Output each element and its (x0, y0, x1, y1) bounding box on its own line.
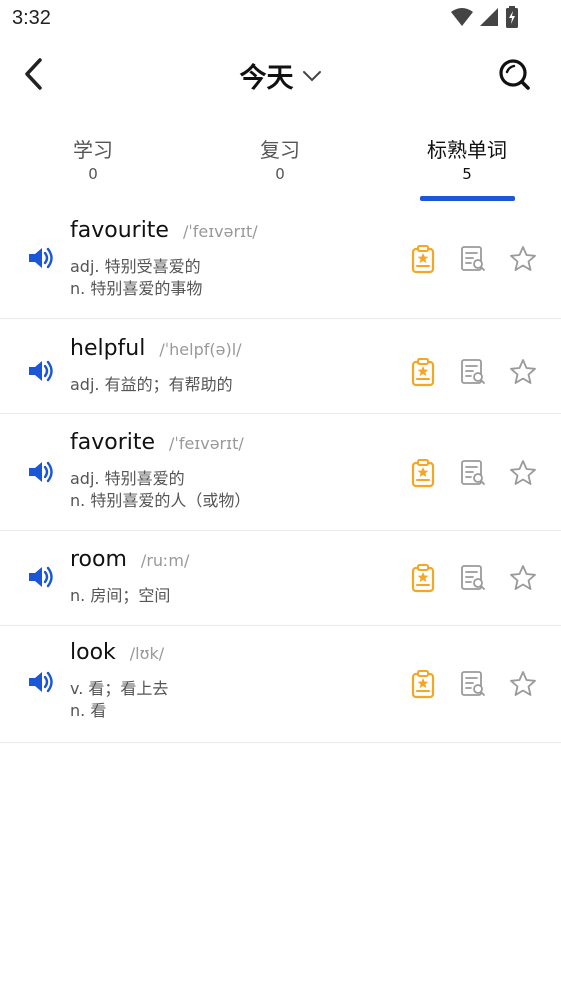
tab-label: 标熟单词 (427, 138, 507, 162)
wifi-icon (451, 8, 473, 26)
list-item[interactable]: room/ruːm/ n. 房间；空间 (0, 531, 561, 626)
mastered-clipboard-icon[interactable] (408, 563, 438, 593)
definition-line: n. 特别喜爱的人（或物） (70, 491, 251, 510)
list-item[interactable]: favourite/ˈfeɪvərɪt/ adj. 特别受喜爱的 n. 特别喜爱… (0, 212, 561, 319)
speaker-icon[interactable] (28, 246, 56, 270)
word-text: look (70, 640, 116, 665)
definitions: v. 看；看上去 n. 看 (70, 678, 168, 722)
list-item[interactable]: helpful/ˈhelpf(ə)l/ adj. 有益的；有帮助的 (0, 319, 561, 414)
definition-line: adj. 有益的；有帮助的 (70, 375, 233, 394)
search-icon[interactable] (497, 56, 531, 92)
notes-search-icon[interactable] (458, 357, 488, 387)
tab-review[interactable]: 复习 0 (210, 136, 350, 184)
word-text: favorite (70, 430, 156, 455)
tab-label: 复习 (260, 138, 300, 162)
tab-familiar-words[interactable]: 标熟单词 5 (397, 136, 537, 184)
speaker-icon[interactable] (28, 670, 56, 694)
word-entry: helpful/ˈhelpf(ə)l/ (70, 336, 242, 361)
definitions: adj. 特别喜爱的 n. 特别喜爱的人（或物） (70, 468, 250, 512)
phonetic-text: /ˈfeɪvərɪt/ (182, 222, 258, 241)
list-item[interactable]: look/lʊk/ v. 看；看上去 n. 看 (0, 626, 561, 743)
row-actions (408, 458, 538, 488)
page-title: 今天 (239, 63, 294, 94)
status-bar: 3:32 (0, 0, 561, 38)
star-icon[interactable] (508, 357, 538, 387)
status-time: 3:32 (12, 7, 51, 29)
word-text: favourite (70, 218, 169, 243)
definition-line: adj. 特别喜爱的 (70, 469, 185, 488)
header: 今天 (0, 44, 561, 104)
notes-search-icon[interactable] (458, 458, 488, 488)
definitions: n. 房间；空间 (70, 585, 170, 607)
word-text: room (70, 547, 127, 572)
definition-line: n. 特别喜爱的事物 (70, 279, 203, 298)
mastered-clipboard-icon[interactable] (408, 357, 438, 387)
tab-count: 0 (88, 165, 98, 183)
phonetic-text: /ˈhelpf(ə)l/ (159, 340, 242, 359)
notes-search-icon[interactable] (458, 669, 488, 699)
star-icon[interactable] (508, 458, 538, 488)
word-text: helpful (70, 336, 146, 361)
star-icon[interactable] (508, 563, 538, 593)
definition-line: adj. 特别受喜爱的 (70, 257, 201, 276)
date-selector[interactable]: 今天 (0, 56, 561, 95)
word-entry: look/lʊk/ (70, 640, 164, 665)
tab-label: 学习 (73, 138, 113, 162)
star-icon[interactable] (508, 669, 538, 699)
signal-icon (480, 8, 498, 26)
chevron-down-icon (302, 70, 321, 81)
phonetic-text: /lʊk/ (129, 644, 165, 663)
mastered-clipboard-icon[interactable] (408, 244, 438, 274)
mastered-clipboard-icon[interactable] (408, 669, 438, 699)
word-entry: room/ruːm/ (70, 547, 189, 572)
row-actions (408, 357, 538, 387)
definitions: adj. 有益的；有帮助的 (70, 374, 233, 396)
speaker-icon[interactable] (28, 565, 56, 589)
divider (30, 742, 531, 743)
mastered-clipboard-icon[interactable] (408, 458, 438, 488)
tab-count: 0 (275, 165, 285, 183)
tab-study[interactable]: 学习 0 (23, 136, 163, 184)
word-entry: favourite/ˈfeɪvərɪt/ (70, 218, 258, 243)
definition-line: n. 看 (70, 701, 107, 720)
phonetic-text: /ˈfeɪvərɪt/ (169, 434, 244, 453)
word-list: favourite/ˈfeɪvərɪt/ adj. 特别受喜爱的 n. 特别喜爱… (0, 212, 561, 743)
battery-icon (506, 6, 518, 28)
star-icon[interactable] (508, 244, 538, 274)
speaker-icon[interactable] (28, 359, 56, 383)
row-actions (408, 669, 538, 699)
row-actions (408, 563, 538, 593)
status-icons (451, 6, 519, 28)
row-actions (408, 244, 538, 274)
active-tab-indicator (420, 196, 515, 201)
tab-count: 5 (462, 165, 472, 183)
notes-search-icon[interactable] (458, 244, 488, 274)
phonetic-text: /ruːm/ (140, 551, 190, 570)
speaker-icon[interactable] (28, 460, 56, 484)
definitions: adj. 特别受喜爱的 n. 特别喜爱的事物 (70, 256, 202, 300)
definition-line: v. 看；看上去 (70, 679, 169, 698)
definition-line: n. 房间；空间 (70, 586, 171, 605)
notes-search-icon[interactable] (458, 563, 488, 593)
list-item[interactable]: favorite/ˈfeɪvərɪt/ adj. 特别喜爱的 n. 特别喜爱的人… (0, 414, 561, 531)
word-entry: favorite/ˈfeɪvərɪt/ (70, 430, 244, 455)
